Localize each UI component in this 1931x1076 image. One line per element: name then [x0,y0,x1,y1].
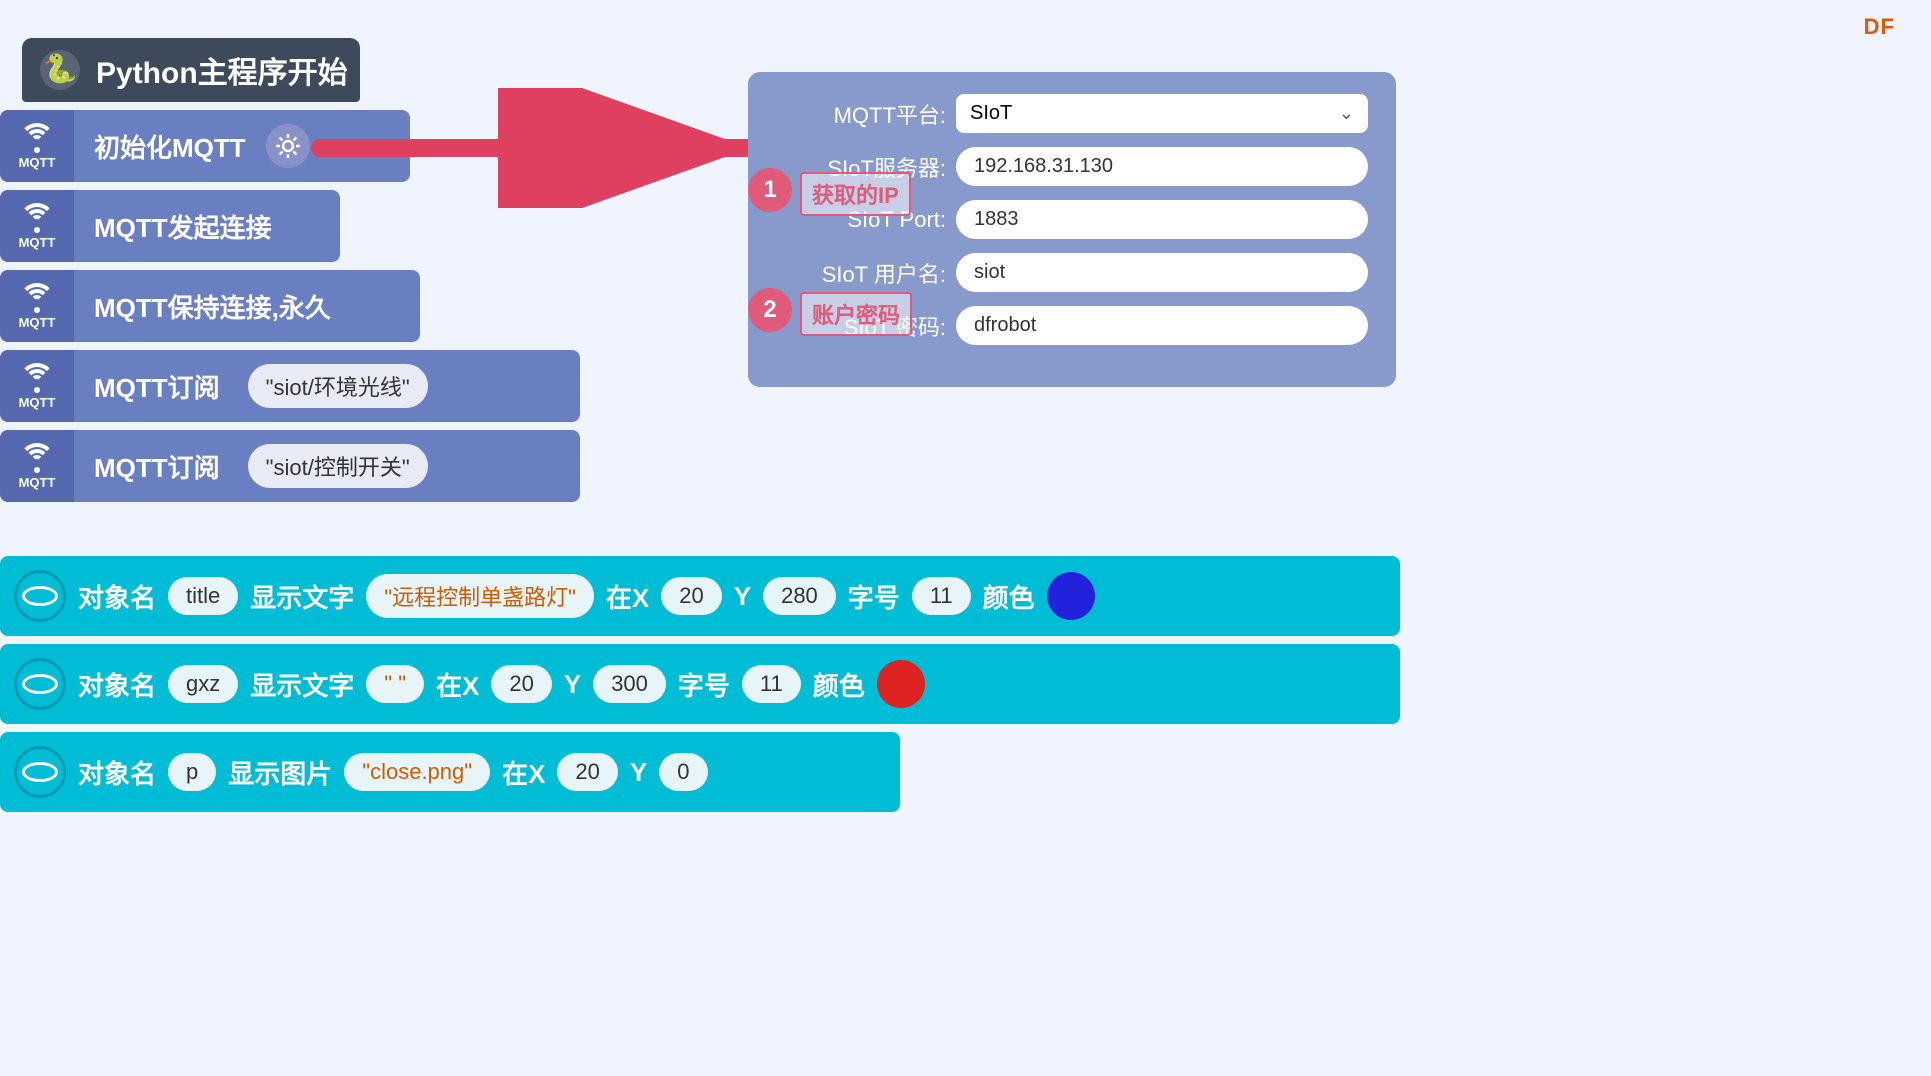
teal-text-1d: Y [734,581,751,612]
ellipse-icon-3 [22,762,58,782]
ellipse-icon-1 [22,586,58,606]
brand-label: DF [1864,14,1895,40]
python-icon: 🐍 [38,48,82,92]
gear-button[interactable] [266,124,310,168]
platform-row: MQTT平台: SIoT ⌄ [776,94,1368,133]
mqtt-blocks-container: MQTT 初始化MQTT [0,110,580,510]
teal-x-2: 20 [491,665,551,703]
wifi-icon-3 [18,283,56,313]
mqtt-sub2-label: MQTT订阅 [74,448,240,485]
teal-text-1c: 在X [606,578,649,615]
teal-icon-1 [14,570,66,622]
mqtt-icon-area-3: MQTT [0,270,74,342]
teal-text-3a: 对象名 [78,754,156,791]
mqtt-config-panel: MQTT平台: SIoT ⌄ SIoT服务器: 192.168.31.130 S… [748,72,1396,387]
teal-pill-gxz: gxz [168,665,238,703]
username-input[interactable]: siot [956,253,1368,292]
teal-blocks-container: 对象名 title 显示文字 "远程控制单盏路灯" 在X 20 Y 280 字号… [0,556,1400,820]
teal-text-1a: 对象名 [78,578,156,615]
mqtt-sub1-block: MQTT MQTT订阅 "siot/环境光线" [0,350,580,422]
callout-label-2: 账户密码 [800,292,912,336]
teal-gxz-block: 对象名 gxz 显示文字 " " 在X 20 Y 300 字号 11 颜色 [0,644,1400,724]
username-label: SIoT 用户名: [776,257,946,289]
teal-string-1: "远程控制单盏路灯" [366,574,594,618]
python-start-block: 🐍 Python主程序开始 [22,38,360,102]
teal-text-3c: 在X [502,754,545,791]
wifi-icon-5 [18,443,56,473]
teal-text-3d: Y [630,757,647,788]
password-input[interactable]: dfrobot [956,306,1368,345]
teal-pill-p: p [168,753,216,791]
mqtt-init-label: 初始化MQTT [74,128,266,165]
teal-x-3: 20 [557,753,617,791]
mqtt-keepalive-label: MQTT保持连接,永久 [74,288,351,325]
platform-label: MQTT平台: [776,98,946,130]
teal-p-block: 对象名 p 显示图片 "close.png" 在X 20 Y 0 [0,732,900,812]
callout-badge-1: 1 [748,168,792,212]
teal-text-1e: 字号 [848,578,900,615]
callout-badge-2: 2 [748,288,792,332]
mqtt-icon-area-4: MQTT [0,350,74,422]
callout-label-1: 获取的IP [800,172,911,216]
wifi-icon-4 [18,363,56,393]
platform-value: SIoT [970,102,1012,125]
teal-y-3: 0 [659,753,707,791]
teal-title-block: 对象名 title 显示文字 "远程控制单盏路灯" 在X 20 Y 280 字号… [0,556,1400,636]
teal-y-1: 280 [763,577,836,615]
python-start-label: Python主程序开始 [96,48,348,92]
teal-pill-title: title [168,577,238,615]
teal-icon-3 [14,746,66,798]
color-dot-1 [1047,572,1095,620]
teal-font-2: 11 [742,665,801,703]
ellipse-icon-2 [22,674,58,694]
teal-icon-2 [14,658,66,710]
teal-string-3: "close.png" [344,753,490,791]
teal-text-3b: 显示图片 [228,754,332,791]
teal-text-2e: 字号 [678,666,730,703]
server-input[interactable]: 192.168.31.130 [956,147,1368,186]
mqtt-sub2-topic: "siot/控制开关" [248,444,428,488]
mqtt-sub2-block: MQTT MQTT订阅 "siot/控制开关" [0,430,580,502]
teal-font-1: 11 [912,577,971,615]
username-row: SIoT 用户名: siot [776,253,1368,292]
chevron-down-icon: ⌄ [1339,103,1354,124]
teal-text-2b: 显示文字 [250,666,354,703]
mqtt-connect-block: MQTT MQTT发起连接 [0,190,340,262]
svg-text:🐍: 🐍 [43,52,78,85]
teal-text-2a: 对象名 [78,666,156,703]
callout-num-2: 2 [763,296,776,324]
teal-y-2: 300 [593,665,666,703]
mqtt-init-block: MQTT 初始化MQTT [0,110,410,182]
color-dot-2 [877,660,925,708]
mqtt-sub1-label: MQTT订阅 [74,368,240,405]
teal-string-2: " " [366,665,424,703]
callout-num-1: 1 [763,176,776,204]
wifi-icon-2 [18,203,56,233]
mqtt-sub1-topic: "siot/环境光线" [248,364,428,408]
mqtt-icon-area: MQTT [0,110,74,182]
teal-text-2d: Y [564,669,581,700]
mqtt-icon-area-5: MQTT [0,430,74,502]
teal-x-1: 20 [661,577,721,615]
platform-select[interactable]: SIoT ⌄ [956,94,1368,133]
port-input[interactable]: 1883 [956,200,1368,239]
mqtt-icon-area-2: MQTT [0,190,74,262]
mqtt-keepalive-block: MQTT MQTT保持连接,永久 [0,270,420,342]
teal-text-2c: 在X [436,666,479,703]
gear-icon [274,132,302,160]
mqtt-connect-label: MQTT发起连接 [74,208,292,245]
teal-text-1b: 显示文字 [250,578,354,615]
teal-text-2f: 颜色 [813,666,865,703]
teal-text-1f: 颜色 [983,578,1035,615]
wifi-icon [18,123,56,153]
